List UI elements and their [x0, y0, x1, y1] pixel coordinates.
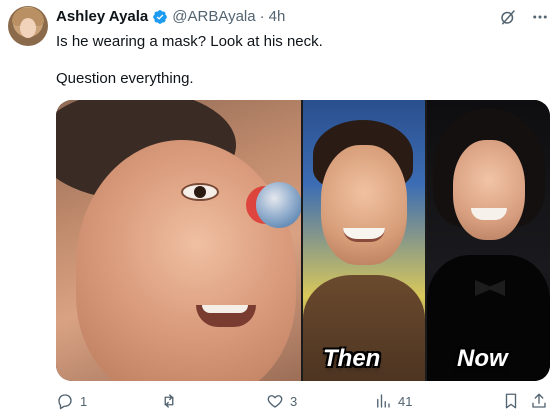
avatar-face [20, 18, 36, 38]
caption-then: Then [323, 345, 381, 372]
author-name[interactable]: Ashley Ayala [56, 8, 148, 25]
then-face [321, 145, 407, 265]
like-button[interactable]: 3 [266, 392, 297, 410]
media-image-now: Now [427, 100, 550, 381]
like-icon [266, 392, 284, 410]
header-actions [499, 8, 549, 26]
views-button[interactable]: 41 [374, 392, 412, 410]
action-bar: 1 3 41 [56, 392, 550, 412]
closeup-pupil [194, 186, 206, 198]
now-face [453, 140, 525, 240]
more-icon[interactable] [531, 8, 549, 26]
separator-dot: · [259, 8, 265, 25]
bookmark-button[interactable] [502, 392, 520, 410]
post-time[interactable]: 4h [269, 8, 286, 25]
tweet-text-line1: Is he wearing a mask? Look at his neck. [56, 33, 323, 50]
avatar[interactable] [8, 6, 48, 46]
grok-icon[interactable] [499, 8, 517, 26]
share-button[interactable] [530, 392, 548, 410]
views-icon [374, 392, 392, 410]
reply-icon [56, 392, 74, 410]
closeup-teeth [202, 305, 248, 313]
tweet-text-line2: Question everything. [56, 70, 194, 87]
share-icon [530, 392, 548, 410]
views-count: 41 [398, 393, 413, 409]
bookmark-icon [502, 392, 520, 410]
like-count: 3 [290, 393, 298, 409]
media-image-then: Then [303, 100, 425, 381]
media-image-closeup [56, 100, 301, 381]
author-handle[interactable]: @ARBAyala [172, 8, 255, 25]
retweet-icon [160, 392, 178, 410]
verified-badge-icon [152, 9, 168, 25]
closeup-face [76, 140, 296, 381]
tweet-media[interactable]: Then Now [56, 100, 550, 381]
globe-watermark-icon [256, 182, 301, 228]
reply-button[interactable]: 1 [56, 392, 87, 410]
reply-count: 1 [80, 393, 88, 409]
tweet-header: Ashley Ayala @ARBAyala · 4h [56, 8, 285, 25]
caption-now: Now [457, 345, 508, 372]
retweet-button[interactable] [160, 392, 184, 410]
